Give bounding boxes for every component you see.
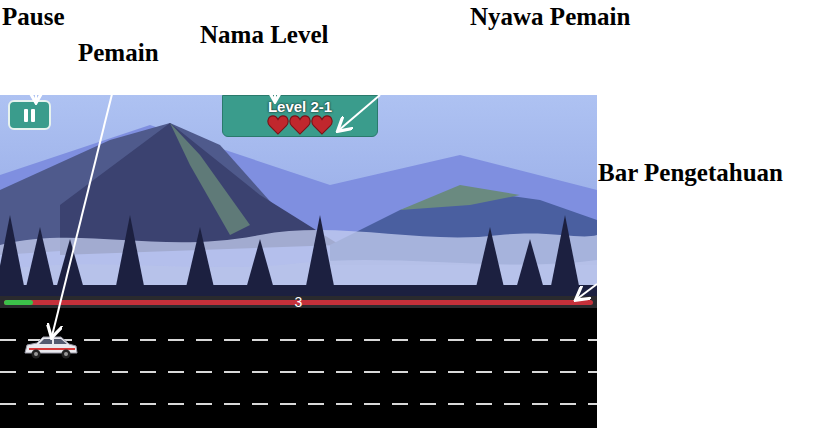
game-screen: Level 2-1 3: [0, 95, 597, 428]
heart-icon: [289, 115, 311, 135]
heart-icon: [311, 115, 333, 135]
road: [0, 308, 597, 428]
knowledge-bar-fill: [4, 300, 33, 305]
pause-icon: [24, 109, 28, 122]
knowledge-bar: 3: [0, 296, 597, 308]
annotation-label: Pause: [2, 2, 65, 32]
annotation-label: Nyawa Pemain: [470, 2, 630, 32]
annotated-screenshot: Pause Pemain Nama Level Nyawa Pemain Bar Pen…: [0, 0, 820, 428]
sky-area: Level 2-1: [0, 95, 597, 296]
lives: [267, 115, 333, 135]
level-panel: Level 2-1: [222, 95, 378, 137]
player-car-icon: [21, 335, 79, 361]
pause-button[interactable]: [8, 100, 51, 130]
annotation-label: Pemain: [78, 38, 159, 68]
lane-markings: [0, 308, 597, 428]
annotation-label: Nama Level: [200, 20, 328, 50]
annotation-arrows: [0, 0, 820, 428]
heart-icon: [267, 115, 289, 135]
annotation-label: Bar Pengetahuan: [598, 158, 783, 188]
level-name: Level 2-1: [268, 98, 332, 115]
